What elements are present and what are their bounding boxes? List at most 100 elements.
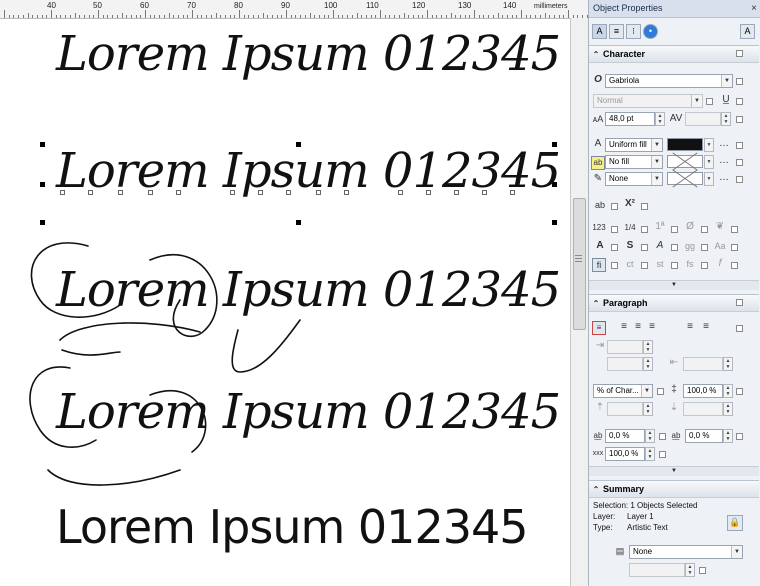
pin-icon[interactable] [611, 262, 618, 269]
expand-paragraph-icon[interactable]: ▼ [589, 466, 759, 476]
word-spacing-spinner[interactable]: ▲ ▼ [723, 429, 733, 443]
pin-icon[interactable] [659, 433, 666, 440]
fill-color-swatch[interactable] [667, 138, 703, 151]
stylistic-alt-icon[interactable]: gg [683, 240, 697, 252]
glyph-node[interactable] [118, 190, 123, 195]
glyph-node[interactable] [344, 190, 349, 195]
wrap-offset-field[interactable] [629, 563, 685, 577]
spacing-spinner[interactable]: ▲ ▼ [723, 402, 733, 416]
selection-handle[interactable] [552, 220, 557, 225]
pin-icon[interactable] [641, 244, 648, 251]
glyph-node[interactable] [316, 190, 321, 195]
outline-select[interactable]: None ▼ [605, 172, 663, 186]
pin-icon[interactable] [736, 78, 743, 85]
chevron-down-icon[interactable]: ▼ [651, 139, 662, 151]
selection-handle[interactable] [552, 182, 557, 187]
glyph-node[interactable] [258, 190, 263, 195]
kerning-spinner[interactable]: ▲ ▼ [721, 112, 731, 126]
summary-section-header[interactable]: ⌃ Summary [589, 480, 759, 498]
text-line-3[interactable]: Lorem Ipsum 012345 [56, 262, 561, 318]
pin-icon[interactable] [671, 262, 678, 269]
spacing-spinner[interactable]: ▲ ▼ [643, 402, 653, 416]
pin-icon[interactable] [611, 244, 618, 251]
swash-icon[interactable]: A [653, 240, 667, 252]
underline-style-icon[interactable]: ab [593, 199, 607, 211]
space-before-field[interactable] [607, 402, 643, 416]
selection-handle[interactable] [40, 182, 45, 187]
pin-icon[interactable] [706, 98, 713, 105]
word-spacing-field[interactable]: 0,0 % [685, 429, 723, 443]
left-indent-field[interactable] [607, 357, 643, 371]
pin-icon[interactable] [736, 116, 743, 123]
chevron-down-icon[interactable]: ▼ [691, 95, 702, 107]
pin-icon[interactable] [731, 226, 738, 233]
selection-handle[interactable] [40, 220, 45, 225]
background-fill-select[interactable]: No fill ▼ [605, 155, 663, 169]
pin-icon[interactable] [659, 451, 666, 458]
pin-icon[interactable] [641, 262, 648, 269]
discretionary-lig-icon[interactable]: ct [623, 258, 637, 270]
lock-icon[interactable]: 🔒 [727, 515, 743, 531]
ornaments-icon[interactable]: ❦ [713, 221, 727, 233]
glyph-node[interactable] [286, 190, 291, 195]
stylistic-set-icon[interactable]: f [713, 258, 727, 270]
glyph-node[interactable] [426, 190, 431, 195]
ligatures-icon[interactable]: fi [592, 258, 606, 272]
pin-icon[interactable] [736, 159, 743, 166]
language-spacing-spinner[interactable]: ▲ ▼ [645, 447, 655, 461]
glyph-node[interactable] [60, 190, 65, 195]
pin-icon[interactable] [641, 226, 648, 233]
text-line-1[interactable]: Lorem Ipsum 012345 [56, 26, 561, 82]
glyph-node[interactable] [230, 190, 235, 195]
chevron-down-icon[interactable]: ▼ [651, 173, 662, 185]
superscript-icon[interactable]: X² [623, 198, 637, 210]
contextual-alt-icon[interactable]: fs [683, 258, 697, 270]
tab-character-icon[interactable]: A [592, 24, 607, 39]
fill-type-select[interactable]: Uniform fill ▼ [605, 138, 663, 152]
slashed-zero-icon[interactable]: Ø [683, 221, 697, 233]
underline-icon[interactable]: U̲ [719, 94, 733, 106]
chevron-down-icon[interactable]: ▼ [651, 156, 662, 168]
pin-icon[interactable] [701, 226, 708, 233]
text-line-4[interactable]: Lorem Ipsum 012345 [56, 384, 561, 440]
chevron-down-icon[interactable]: ▼ [641, 385, 652, 397]
chevron-down-icon[interactable]: ▼ [704, 138, 714, 152]
first-indent-field[interactable] [607, 340, 643, 354]
pin-icon[interactable] [731, 244, 738, 251]
chevron-down-icon[interactable]: ▼ [704, 155, 714, 169]
right-indent-field[interactable] [683, 357, 723, 371]
spacing-unit-select[interactable]: % of Char... ▼ [593, 384, 653, 398]
more-options-icon[interactable]: … [717, 138, 731, 150]
font-size-spinner[interactable]: ▲ ▼ [655, 112, 665, 126]
paragraph-section-header[interactable]: ⌃ Paragraph [589, 294, 759, 312]
tab-frame-icon[interactable]: ⁝ [626, 24, 641, 39]
glyph-node[interactable] [482, 190, 487, 195]
chevron-down-icon[interactable]: ▼ [704, 172, 714, 186]
space-after-field[interactable] [683, 402, 723, 416]
glyph-node[interactable] [510, 190, 515, 195]
historical-forms-icon[interactable]: Aa [713, 240, 727, 252]
indent-spinner[interactable]: ▲ ▼ [643, 357, 653, 371]
pin-icon[interactable] [611, 226, 618, 233]
expand-character-icon[interactable]: ▼ [589, 280, 759, 290]
pin-icon[interactable] [701, 262, 708, 269]
all-caps-icon[interactable]: A [593, 240, 607, 252]
wrap-offset-spinner[interactable]: ▲ ▼ [685, 563, 695, 577]
historical-lig-icon[interactable]: st [653, 258, 667, 270]
font-style-select[interactable]: Normal ▼ [593, 94, 703, 108]
pin-icon[interactable] [657, 388, 664, 395]
outline-color-swatch[interactable] [667, 172, 703, 185]
pin-icon[interactable] [671, 244, 678, 251]
chevron-down-icon[interactable]: ▼ [721, 75, 732, 87]
close-icon[interactable]: × [751, 0, 757, 17]
pin-icon[interactable] [736, 325, 743, 332]
vertical-scrollbar[interactable] [570, 18, 588, 586]
text-line-5[interactable]: Lorem Ipsum 012345 [56, 500, 529, 554]
align-left-icon[interactable]: ≡ [617, 321, 631, 333]
scroll-thumb[interactable] [573, 198, 586, 330]
chevron-down-icon[interactable]: ▼ [731, 546, 742, 558]
line-spacing-spinner[interactable]: ▲ ▼ [723, 384, 733, 398]
indent-spinner[interactable]: ▲ ▼ [643, 340, 653, 354]
pin-icon[interactable] [611, 203, 618, 210]
more-options-icon[interactable]: … [717, 172, 731, 184]
